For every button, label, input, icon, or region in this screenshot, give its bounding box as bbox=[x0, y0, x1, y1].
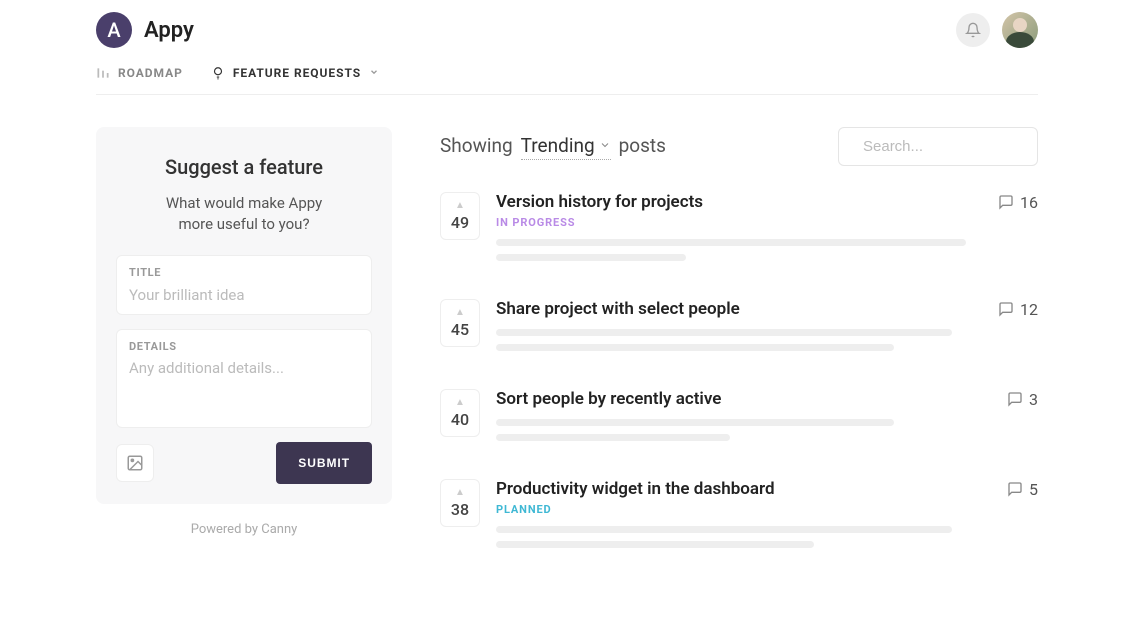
post-title[interactable]: Share project with select people bbox=[496, 299, 740, 319]
suggest-feature-card: Suggest a feature What would make Appy m… bbox=[96, 127, 392, 504]
nav-roadmap[interactable]: ROADMAP bbox=[96, 66, 183, 80]
status-tag: PLANNED bbox=[496, 503, 1038, 516]
post-excerpt-placeholder bbox=[496, 239, 1038, 261]
brand-logo: A bbox=[96, 12, 132, 48]
nav-feature-requests-label: FEATURE REQUESTS bbox=[233, 66, 361, 80]
vote-count: 49 bbox=[451, 213, 469, 232]
search-input[interactable] bbox=[863, 138, 1062, 155]
lightbulb-icon bbox=[211, 66, 225, 80]
sort-select[interactable]: Trending bbox=[521, 134, 611, 160]
comments-link[interactable]: 12 bbox=[998, 300, 1038, 319]
chevron-down-icon bbox=[599, 139, 611, 151]
comments-link[interactable]: 16 bbox=[998, 193, 1038, 212]
post-title[interactable]: Version history for projects bbox=[496, 192, 703, 212]
post-item: ▲ 40 Sort people by recently active 3 bbox=[440, 389, 1038, 449]
image-icon bbox=[126, 454, 144, 472]
post-item: ▲ 49 Version history for projects 16 IN PROG… bbox=[440, 192, 1038, 269]
posts-label: posts bbox=[619, 134, 666, 157]
roadmap-icon bbox=[96, 66, 110, 80]
main-nav: ROADMAP FEATURE REQUESTS bbox=[96, 66, 1038, 95]
post-item: ▲ 45 Share project with select people 12 bbox=[440, 299, 1038, 359]
comments-link[interactable]: 3 bbox=[1007, 390, 1038, 409]
user-avatar[interactable] bbox=[1002, 12, 1038, 48]
upvote-icon: ▲ bbox=[455, 487, 465, 498]
vote-button[interactable]: ▲ 45 bbox=[440, 299, 480, 347]
showing-group: Showing Trending posts bbox=[440, 134, 666, 160]
comment-count: 16 bbox=[1020, 193, 1038, 212]
upvote-icon: ▲ bbox=[455, 307, 465, 318]
upvote-icon: ▲ bbox=[455, 200, 465, 211]
comment-icon bbox=[1007, 481, 1023, 497]
post-excerpt-placeholder bbox=[496, 329, 1038, 351]
post-item: ▲ 38 Productivity widget in the dashboard 5… bbox=[440, 479, 1038, 556]
suggest-subheading: What would make Appy more useful to you? bbox=[116, 193, 372, 235]
comment-count: 12 bbox=[1020, 300, 1038, 319]
attach-image-button[interactable] bbox=[116, 444, 154, 482]
comments-link[interactable]: 5 bbox=[1007, 480, 1038, 499]
upvote-icon: ▲ bbox=[455, 397, 465, 408]
comment-icon bbox=[998, 301, 1014, 317]
submit-button[interactable]: SUBMIT bbox=[276, 442, 372, 484]
comment-count: 3 bbox=[1029, 390, 1038, 409]
vote-button[interactable]: ▲ 38 bbox=[440, 479, 480, 527]
vote-count: 40 bbox=[451, 410, 469, 429]
post-excerpt-placeholder bbox=[496, 419, 1038, 441]
search-box[interactable] bbox=[838, 127, 1038, 166]
suggest-heading: Suggest a feature bbox=[116, 155, 372, 179]
vote-button[interactable]: ▲ 40 bbox=[440, 389, 480, 437]
nav-roadmap-label: ROADMAP bbox=[118, 66, 183, 80]
brand-name: Appy bbox=[144, 18, 194, 43]
title-label: TITLE bbox=[129, 266, 359, 279]
brand[interactable]: A Appy bbox=[96, 12, 194, 48]
bell-icon bbox=[965, 22, 981, 38]
details-label: DETAILS bbox=[129, 340, 359, 353]
vote-count: 45 bbox=[451, 320, 469, 339]
powered-by[interactable]: Powered by Canny bbox=[96, 522, 392, 537]
comment-count: 5 bbox=[1029, 480, 1038, 499]
details-input[interactable] bbox=[129, 359, 359, 413]
showing-label: Showing bbox=[440, 134, 513, 157]
vote-count: 38 bbox=[451, 500, 469, 519]
nav-feature-requests[interactable]: FEATURE REQUESTS bbox=[211, 66, 379, 80]
notifications-button[interactable] bbox=[956, 13, 990, 47]
vote-button[interactable]: ▲ 49 bbox=[440, 192, 480, 240]
status-tag: IN PROGRESS bbox=[496, 216, 1038, 229]
chevron-down-icon bbox=[369, 66, 379, 80]
comment-icon bbox=[1007, 391, 1023, 407]
post-title[interactable]: Productivity widget in the dashboard bbox=[496, 479, 775, 499]
post-title[interactable]: Sort people by recently active bbox=[496, 389, 721, 409]
comment-icon bbox=[998, 194, 1014, 210]
post-excerpt-placeholder bbox=[496, 526, 1038, 548]
title-input[interactable] bbox=[129, 286, 359, 304]
